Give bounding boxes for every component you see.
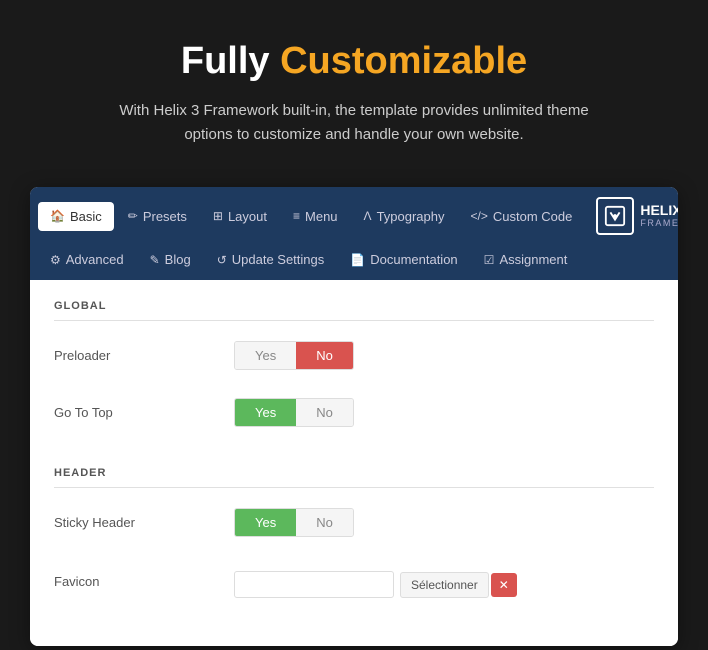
helix-brand-text: HELIX3 FRAMEWORK (640, 203, 678, 228)
content-area: GLOBAL Preloader Yes No Go To Top Yes No… (30, 280, 678, 646)
nav-item-custom-code[interactable]: </> Custom Code (459, 202, 585, 231)
gear-icon: ⚙ (50, 253, 61, 267)
assignment-icon: ☑ (484, 253, 495, 267)
nav-label-presets: Presets (143, 209, 187, 224)
go-to-top-no-button[interactable]: No (296, 399, 353, 426)
refresh-icon: ↺ (217, 253, 227, 267)
go-to-top-label: Go To Top (54, 405, 234, 420)
nav-label-menu: Menu (305, 209, 338, 224)
pencil-icon: ✏ (128, 209, 138, 223)
layout-icon: ⊞ (213, 209, 223, 223)
nav-label-advanced: Advanced (66, 252, 124, 267)
nav-label-typography: Typography (377, 209, 445, 224)
home-icon: 🏠 (50, 209, 65, 223)
typography-icon: Λ (364, 209, 372, 223)
nav-label-basic: Basic (70, 209, 102, 224)
preloader-yes-button[interactable]: Yes (235, 342, 296, 369)
blog-icon: ✎ (150, 253, 160, 267)
hero-title-highlight: Customizable (280, 40, 527, 82)
nav-item-assignment[interactable]: ☑ Assignment (472, 245, 580, 274)
nav-item-documentation[interactable]: 📄 Documentation (338, 245, 469, 274)
go-to-top-toggle-group: Yes No (234, 398, 354, 427)
hero-title-plain: Fully (181, 40, 280, 82)
menu-icon: ≡ (293, 209, 300, 223)
helix-logo-svg (604, 205, 626, 227)
panel-container: 🏠 Basic ✏ Presets ⊞ Layout ≡ Menu Λ Typo… (30, 187, 678, 646)
setting-row-go-to-top: Go To Top Yes No (54, 398, 654, 437)
nav-item-advanced[interactable]: ⚙ Advanced (38, 245, 136, 274)
navbar-bottom: ⚙ Advanced ✎ Blog ↺ Update Settings 📄 Do… (30, 245, 678, 280)
code-icon: </> (471, 209, 488, 223)
nav-item-presets[interactable]: ✏ Presets (116, 202, 199, 231)
preloader-no-button[interactable]: No (296, 342, 353, 369)
helix-logo-box (596, 197, 634, 235)
nav-item-layout[interactable]: ⊞ Layout (201, 202, 279, 231)
nav-label-documentation: Documentation (370, 252, 457, 267)
helix-sub: FRAMEWORK (640, 219, 678, 229)
nav-item-basic[interactable]: 🏠 Basic (38, 202, 114, 231)
favicon-select-button[interactable]: Sélectionner (400, 572, 489, 598)
nav-label-layout: Layout (228, 209, 267, 224)
nav-label-blog: Blog (165, 252, 191, 267)
nav-item-blog[interactable]: ✎ Blog (138, 245, 203, 274)
nav-item-menu[interactable]: ≡ Menu (281, 202, 350, 231)
navbar: 🏠 Basic ✏ Presets ⊞ Layout ≡ Menu Λ Typo… (30, 187, 678, 280)
nav-label-custom-code: Custom Code (493, 209, 572, 224)
favicon-remove-button[interactable]: ✕ (491, 573, 517, 597)
sticky-header-yes-button[interactable]: Yes (235, 509, 296, 536)
hero-section: Fully Customizable With Helix 3 Framewor… (0, 0, 708, 177)
sticky-header-toggle-group: Yes No (234, 508, 354, 537)
section-header-header: HEADER (54, 467, 654, 488)
setting-row-sticky-header: Sticky Header Yes No (54, 508, 654, 547)
nav-item-typography[interactable]: Λ Typography (352, 202, 457, 231)
go-to-top-yes-button[interactable]: Yes (235, 399, 296, 426)
hero-subtitle: With Helix 3 Framework built-in, the tem… (94, 99, 614, 147)
favicon-label: Favicon (54, 574, 234, 589)
preloader-toggle-group: Yes No (234, 341, 354, 370)
nav-label-assignment: Assignment (499, 252, 567, 267)
favicon-input[interactable] (234, 571, 394, 598)
sticky-header-label: Sticky Header (54, 515, 234, 530)
doc-icon: 📄 (350, 253, 365, 267)
setting-row-favicon: Favicon Sélectionner ✕ (54, 565, 654, 608)
sticky-header-no-button[interactable]: No (296, 509, 353, 536)
helix-brand: HELIX3 (640, 202, 678, 218)
favicon-controls: Sélectionner ✕ (234, 571, 517, 598)
navbar-top: 🏠 Basic ✏ Presets ⊞ Layout ≡ Menu Λ Typo… (30, 187, 678, 245)
hero-title: Fully Customizable (20, 40, 688, 83)
setting-row-preloader: Preloader Yes No (54, 341, 654, 380)
nav-item-update-settings[interactable]: ↺ Update Settings (205, 245, 337, 274)
helix-logo: HELIX3 FRAMEWORK (586, 193, 678, 239)
nav-label-update-settings: Update Settings (232, 252, 325, 267)
section-header-global: GLOBAL (54, 300, 654, 321)
preloader-label: Preloader (54, 348, 234, 363)
